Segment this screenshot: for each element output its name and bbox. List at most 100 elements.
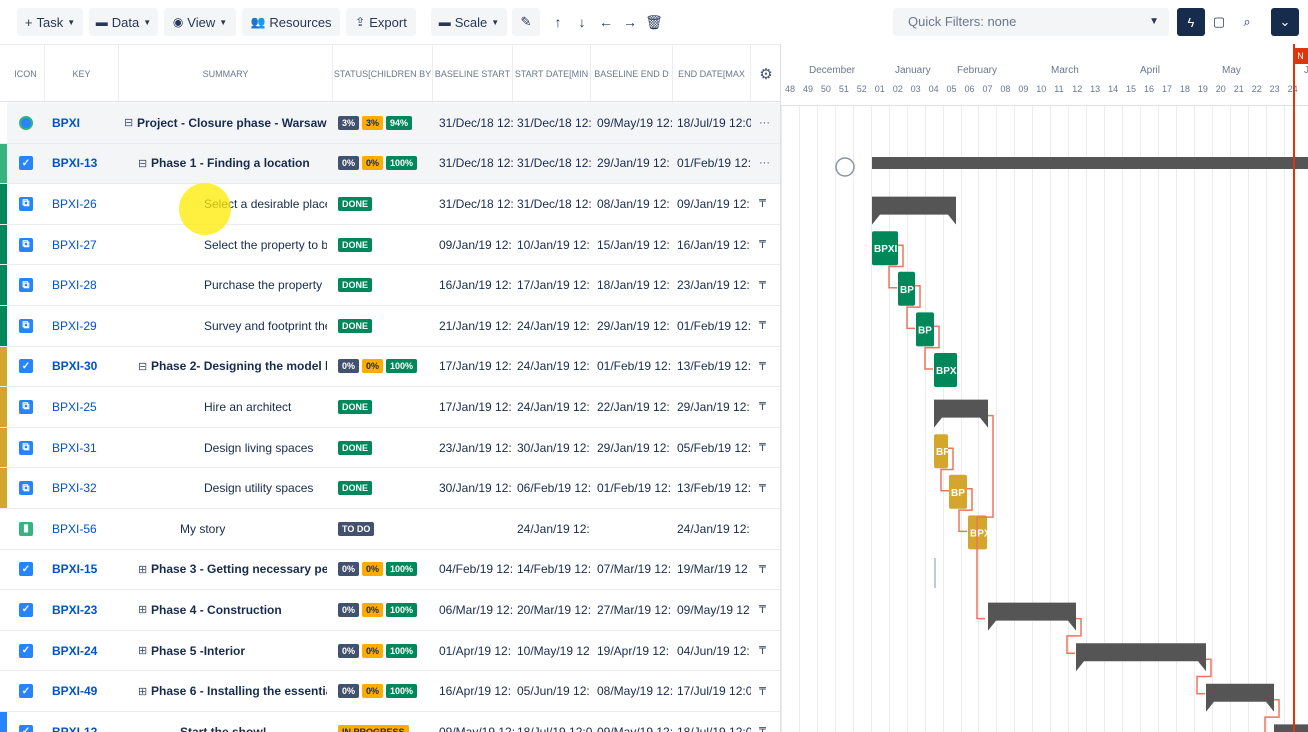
phase-4-bar[interactable] <box>1076 643 1206 672</box>
table-row[interactable]: ✓ BPXI-49 ⊞ Phase 6 - Installing the essent… <box>0 671 780 712</box>
summary-cell[interactable]: My story <box>180 509 327 549</box>
baseline-start-cell[interactable]: 01/Apr/19 12: <box>439 631 515 671</box>
baseline-start-cell[interactable] <box>439 509 515 549</box>
project-summary-bar[interactable] <box>872 157 1308 169</box>
row-actions-button[interactable]: ₸ <box>759 184 775 224</box>
start-date-cell[interactable]: 24/Jan/19 12: <box>517 347 593 387</box>
table-row[interactable]: ⧉ BPXI-29 Survey and footprint the house DO… <box>0 306 780 347</box>
baseline-end-cell[interactable]: 22/Jan/19 12: <box>597 387 675 427</box>
edit-pencil-button[interactable]: ✎ <box>512 8 540 36</box>
quick-filters-select[interactable]: Quick Filters: none ▼ <box>893 8 1169 36</box>
baseline-end-cell[interactable]: 01/Feb/19 12: <box>597 468 675 508</box>
start-date-cell[interactable]: 30/Jan/19 12: <box>517 428 593 468</box>
col-header-status[interactable]: STATUS[CHILDREN BY <box>333 45 433 103</box>
issue-key-link[interactable]: BPXI-24 <box>52 631 118 671</box>
table-row[interactable]: ⧉BPXI-26Select a desirable place for the… <box>0 184 780 225</box>
baseline-end-cell[interactable]: 09/May/19 12: <box>597 103 675 143</box>
baseline-end-cell[interactable]: 29/Jan/19 12: <box>597 144 675 184</box>
task-bar-label[interactable]: BP <box>951 488 965 499</box>
baseline-start-cell[interactable]: 30/Jan/19 12: <box>439 468 515 508</box>
expand-toggle[interactable]: ⊟ <box>124 103 133 143</box>
row-actions-button[interactable]: ₸ <box>759 225 775 265</box>
expand-toggle[interactable]: ⊞ <box>138 671 147 711</box>
issue-key-link[interactable]: BPXI <box>52 103 118 143</box>
task-bar-label[interactable]: BPX <box>936 366 957 377</box>
row-actions-button[interactable]: ₸ <box>759 265 775 305</box>
table-row[interactable]: ✓ BPXI-12 Start the show! IN PROGRESS 09/May… <box>0 712 780 732</box>
baseline-start-cell[interactable]: 23/Jan/19 12: <box>439 428 515 468</box>
col-header-key[interactable]: KEY <box>45 45 119 103</box>
issue-key-link[interactable]: BPXI-12 <box>52 712 118 732</box>
row-actions-button[interactable]: ··· <box>759 144 775 184</box>
table-row[interactable]: BPXI⊟Project - Closure phase - Warsaw- B… <box>0 103 780 144</box>
baseline-start-cell[interactable]: 06/Mar/19 12: <box>439 590 515 630</box>
row-actions-button[interactable]: ₸ <box>759 671 775 711</box>
issue-key-link[interactable]: BPXI-25 <box>52 387 118 427</box>
row-actions-button[interactable]: ₸ <box>759 590 775 630</box>
baseline-start-cell[interactable]: 09/May/19 12: <box>439 712 515 732</box>
task-bar-label[interactable]: BPXI <box>874 244 898 255</box>
table-row[interactable]: ✓ BPXI-24 ⊞ Phase 5 -Interior 0% 0% 100% 01/Apr… <box>0 630 780 672</box>
summary-cell[interactable]: Phase 4 - Construction <box>151 590 327 630</box>
indent-button[interactable]: → <box>620 8 640 36</box>
collapse-toolbar-button[interactable]: ⌄ <box>1271 8 1299 36</box>
start-date-cell[interactable]: 24/Jan/19 12: <box>517 306 593 346</box>
issue-key-link[interactable]: BPXI-31 <box>52 428 118 468</box>
table-row[interactable]: ⧉ BPXI-31 Design living spaces DONE 23/Jan/1… <box>0 427 780 469</box>
issue-key-link[interactable]: BPXI-32 <box>52 468 118 508</box>
start-date-cell[interactable]: 24/Jan/19 12: <box>517 387 593 427</box>
table-row[interactable]: ✓ BPXI-13 ⊟ Phase 1 - Finding a location 0% 0… <box>0 143 780 185</box>
auto-schedule-button[interactable]: ϟ <box>1177 8 1205 36</box>
baseline-start-cell[interactable]: 31/Dec/18 12: <box>439 103 515 143</box>
start-date-cell[interactable]: 10/May/19 12 <box>517 631 593 671</box>
issue-key-link[interactable]: BPXI-13 <box>52 144 118 184</box>
row-actions-button[interactable] <box>759 509 775 549</box>
issue-key-link[interactable]: BPXI-23 <box>52 590 118 630</box>
issue-key-link[interactable]: BPXI-27 <box>52 225 118 265</box>
summary-cell[interactable]: Start the show! <box>180 712 327 732</box>
summary-cell[interactable]: Phase 2- Designing the model hou <box>151 347 327 387</box>
phase-2-bar[interactable] <box>934 399 988 428</box>
baseline-end-cell[interactable]: 19/Apr/19 12: <box>597 631 675 671</box>
row-actions-button[interactable]: ₸ <box>759 347 775 387</box>
row-actions-button[interactable]: ··· <box>759 103 775 143</box>
baseline-end-cell[interactable]: 27/Mar/19 12: <box>597 590 675 630</box>
col-header-summary[interactable]: SUMMARY <box>119 45 333 103</box>
baseline-start-cell[interactable]: 16/Apr/19 12: <box>439 671 515 711</box>
view-button[interactable]: ◉ View ▼ <box>164 8 236 36</box>
task-bar-label[interactable]: BP <box>900 285 914 296</box>
summary-cell[interactable]: Design living spaces <box>204 428 327 468</box>
table-row[interactable]: ✓ BPXI-30 ⊟Phase 2- Designing the model ho… <box>0 346 780 388</box>
move-up-button[interactable]: ↑ <box>548 8 568 36</box>
end-date-cell[interactable]: 18/Jul/19 12:0 <box>677 712 751 732</box>
col-header-icon[interactable]: ICON <box>7 45 45 103</box>
start-date-cell[interactable]: 31/Dec/18 12: <box>517 184 593 224</box>
baseline-end-cell[interactable]: 15/Jan/19 12: <box>597 225 675 265</box>
expand-toggle[interactable]: ⊞ <box>138 550 147 590</box>
baseline-start-cell[interactable]: 04/Feb/19 12: <box>439 550 515 590</box>
start-date-cell[interactable]: 06/Feb/19 12: <box>517 468 593 508</box>
row-actions-button[interactable]: ₸ <box>759 468 775 508</box>
phase-3-bar[interactable] <box>988 602 1076 631</box>
baseline-start-cell[interactable]: 16/Jan/19 12: <box>439 265 515 305</box>
end-date-cell[interactable]: 01/Feb/19 12: <box>677 144 751 184</box>
summary-cell[interactable]: Phase 3 - Getting necessary perm <box>151 550 327 590</box>
summary-cell[interactable]: Project - Closure phase - Warsaw- Bu <box>137 103 327 143</box>
export-button[interactable]: ⇪ Export <box>346 8 416 36</box>
column-settings-button[interactable]: ⚙ <box>751 45 780 103</box>
data-button[interactable]: ▬ Data ▼ <box>89 8 158 36</box>
expand-toggle[interactable]: ⊞ <box>138 590 147 630</box>
start-date-cell[interactable]: 17/Jan/19 12: <box>517 265 593 305</box>
expand-toggle[interactable]: ⊟ <box>138 144 147 184</box>
baseline-start-cell[interactable]: 21/Jan/19 12: <box>439 306 515 346</box>
task-bar-label[interactable]: BP <box>918 325 932 336</box>
task-button[interactable]: + Task ▼ <box>17 8 83 36</box>
summary-cell[interactable]: Survey and footprint the house <box>204 306 327 346</box>
issue-key-link[interactable]: BPXI-56 <box>52 509 118 549</box>
summary-cell[interactable]: Phase 1 - Finding a location <box>151 144 327 184</box>
table-row[interactable]: ✓ BPXI-23 ⊞ Phase 4 - Construction 0% 0% 100% 0… <box>0 590 780 631</box>
col-header-start-date[interactable]: START DATE[MIN <box>513 45 591 103</box>
end-date-cell[interactable]: 17/Jul/19 12:0 <box>677 671 751 711</box>
issue-key-link[interactable]: BPXI-15 <box>52 550 118 590</box>
baseline-end-cell[interactable]: 09/May/19 12: <box>597 712 675 732</box>
